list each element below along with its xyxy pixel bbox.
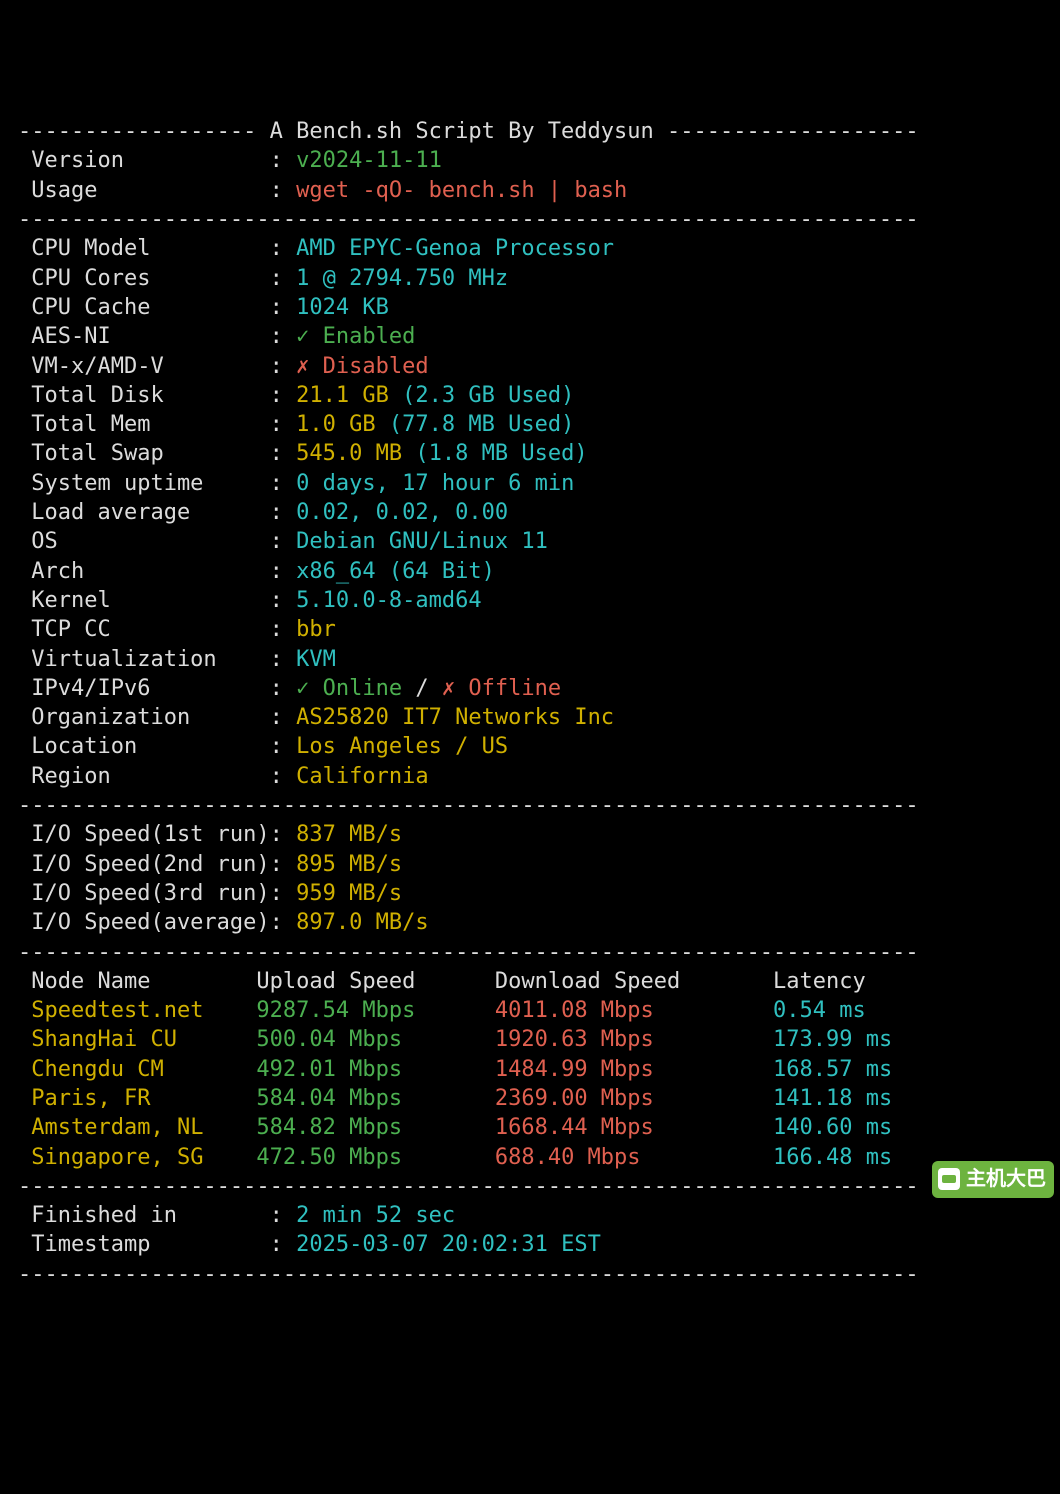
label-sysinfo: VM-x/AMD-V [18, 354, 270, 379]
terminal-output: ------------------ A Bench.sh Script By … [18, 117, 1042, 1289]
label-sysinfo: Load average [18, 500, 270, 525]
col-download: Download Speed [495, 969, 773, 994]
value-upload: 9287.54 Mbps [256, 998, 494, 1023]
value-sysinfo-extra: (1.8 MB Used) [415, 441, 587, 466]
label-sysinfo: CPU Cache [18, 295, 270, 320]
label-usage: Usage [18, 178, 270, 203]
label-sysinfo: TCP CC [18, 617, 270, 642]
value-usage: wget -qO- bench.sh | bash [296, 178, 627, 203]
value-sysinfo: AMD EPYC-Genoa Processor [296, 236, 614, 261]
value-sysinfo: 1 @ 2794.750 MHz [296, 266, 508, 291]
value-latency: 0.54 ms [773, 998, 958, 1023]
value-sysinfo: x86_64 (64 Bit) [296, 559, 495, 584]
divider: ----------------------------------------… [18, 1262, 919, 1287]
value-orginfo: Los Angeles / US [296, 734, 508, 759]
value-sysinfo: 545.0 MB [296, 441, 402, 466]
label-orginfo: Location [18, 734, 270, 759]
label-sysinfo: Total Mem [18, 412, 270, 437]
value-orginfo: AS25820 IT7 Networks Inc [296, 705, 614, 730]
value-timestamp: 2025-03-07 20:02:31 EST [296, 1232, 601, 1257]
value-ipv-online: ✓ Online [296, 676, 402, 701]
value-sysinfo: 5.10.0-8-amd64 [296, 588, 481, 613]
label-sysinfo: Arch [18, 559, 270, 584]
label-sysinfo: Kernel [18, 588, 270, 613]
value-node: Paris, FR [31, 1086, 256, 1111]
label-version: Version [18, 148, 270, 173]
divider: ----------------------------------------… [18, 940, 919, 965]
col-latency: Latency [773, 969, 958, 994]
value-download: 688.40 Mbps [495, 1145, 773, 1170]
value-sysinfo: 0 days, 17 hour 6 min [296, 471, 574, 496]
value-sysinfo: ✓ Enabled [296, 324, 415, 349]
value-io: 897.0 MB/s [296, 910, 428, 935]
value-sysinfo: 21.1 GB [296, 383, 389, 408]
value-node: Speedtest.net [31, 998, 256, 1023]
watermark-text: 主机大巴 [966, 1165, 1046, 1194]
value-upload: 584.82 Mbps [256, 1115, 494, 1140]
label-sysinfo: Total Swap [18, 441, 270, 466]
value-sysinfo: KVM [296, 647, 336, 672]
value-io: 895 MB/s [296, 852, 402, 877]
label-io: I/O Speed(average) [18, 910, 270, 935]
label-sysinfo: CPU Model [18, 236, 270, 261]
value-sysinfo-extra: (2.3 GB Used) [402, 383, 574, 408]
value-sysinfo: ✗ Disabled [296, 354, 428, 379]
value-upload: 492.01 Mbps [256, 1057, 494, 1082]
label-orginfo: Organization [18, 705, 270, 730]
value-latency: 166.48 ms [773, 1145, 958, 1170]
value-sysinfo: bbr [296, 617, 336, 642]
value-upload: 500.04 Mbps [256, 1027, 494, 1052]
col-upload: Upload Speed [256, 969, 494, 994]
value-node: ShangHai CU [31, 1027, 256, 1052]
value-upload: 472.50 Mbps [256, 1145, 494, 1170]
value-sysinfo: 0.02, 0.02, 0.00 [296, 500, 508, 525]
value-io: 959 MB/s [296, 881, 402, 906]
label-orginfo: Region [18, 764, 270, 789]
value-sysinfo: 1.0 GB [296, 412, 375, 437]
value-node: Amsterdam, NL [31, 1115, 256, 1140]
value-latency: 141.18 ms [773, 1086, 958, 1111]
value-orginfo: California [296, 764, 428, 789]
label-io: I/O Speed(2nd run) [18, 852, 270, 877]
label-finished: Finished in [18, 1203, 270, 1228]
label-sysinfo: Total Disk [18, 383, 270, 408]
label-sysinfo: Virtualization [18, 647, 270, 672]
label-timestamp: Timestamp [18, 1232, 270, 1257]
value-upload: 584.04 Mbps [256, 1086, 494, 1111]
value-finished: 2 min 52 sec [296, 1203, 455, 1228]
label-sysinfo: System uptime [18, 471, 270, 496]
label-io: I/O Speed(3rd run) [18, 881, 270, 906]
label-io: I/O Speed(1st run) [18, 822, 270, 847]
col-node: Node Name [31, 969, 256, 994]
value-latency: 168.57 ms [773, 1057, 958, 1082]
value-download: 4011.08 Mbps [495, 998, 773, 1023]
value-node: Chengdu CM [31, 1057, 256, 1082]
value-download: 1484.99 Mbps [495, 1057, 773, 1082]
divider: ----------------------------------------… [18, 793, 919, 818]
value-sysinfo-extra: (77.8 MB Used) [389, 412, 574, 437]
value-io: 837 MB/s [296, 822, 402, 847]
value-download: 1668.44 Mbps [495, 1115, 773, 1140]
watermark-badge: 主机大巴 [932, 1161, 1054, 1198]
value-version: v2024-11-11 [296, 148, 442, 173]
label-sysinfo: AES-NI [18, 324, 270, 349]
value-download: 1920.63 Mbps [495, 1027, 773, 1052]
value-sysinfo: Debian GNU/Linux 11 [296, 529, 548, 554]
value-latency: 140.60 ms [773, 1115, 958, 1140]
bus-icon [938, 1168, 960, 1190]
value-sysinfo: 1024 KB [296, 295, 389, 320]
label-ipv: IPv4/IPv6 [18, 676, 270, 701]
value-node: Singapore, SG [31, 1145, 256, 1170]
label-sysinfo: CPU Cores [18, 266, 270, 291]
title-line: ------------------ A Bench.sh Script By … [18, 119, 919, 144]
divider: ----------------------------------------… [18, 207, 919, 232]
value-latency: 173.99 ms [773, 1027, 958, 1052]
value-download: 2369.00 Mbps [495, 1086, 773, 1111]
value-ipv-offline: ✗ Offline [442, 676, 561, 701]
label-sysinfo: OS [18, 529, 270, 554]
divider: ----------------------------------------… [18, 1174, 919, 1199]
